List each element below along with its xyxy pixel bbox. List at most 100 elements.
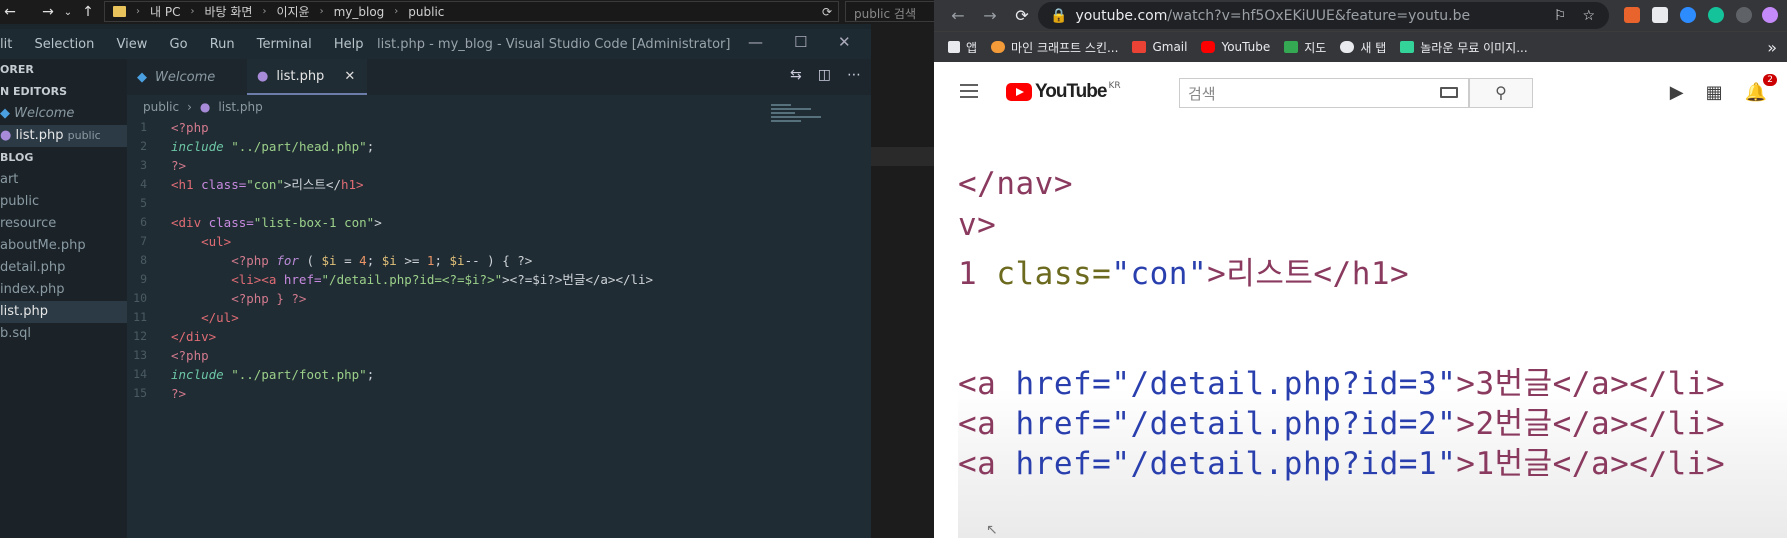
forward-arrow-icon[interactable]: → (38, 4, 58, 20)
tab-list-php[interactable]: ● list.php ✕ (247, 59, 367, 95)
omnibox-icons: ⚐ ☆ (1554, 8, 1595, 24)
compare-icon[interactable]: ⇆ (790, 67, 802, 83)
menu-run[interactable]: Run (210, 37, 235, 52)
menu-icon[interactable] (960, 84, 978, 102)
bookmark-star-icon[interactable]: ☆ (1582, 8, 1595, 24)
menu-help[interactable]: Help (334, 37, 364, 52)
background-window (871, 24, 934, 538)
back-arrow-icon[interactable]: ← (0, 4, 20, 20)
bookmark-gmail[interactable]: Gmail (1132, 40, 1187, 54)
back-icon[interactable]: ← (942, 6, 974, 25)
translate-icon[interactable]: ⚐ (1554, 8, 1567, 24)
bookmark-apps[interactable]: 앱 (948, 39, 977, 56)
tab-label: Welcome (155, 69, 216, 85)
bookmark-maps[interactable]: 지도 (1284, 39, 1326, 56)
forward-icon[interactable]: → (974, 6, 1006, 25)
path-segment[interactable]: 내 PC (150, 3, 180, 20)
close-icon[interactable]: ✕ (838, 33, 851, 51)
close-tab-icon[interactable]: ✕ (344, 69, 355, 84)
more-bookmarks-button[interactable]: » (1767, 38, 1777, 57)
grammarly-icon[interactable] (1708, 7, 1724, 23)
code-line: 5 (127, 194, 871, 213)
line-number: 11 (133, 310, 147, 324)
menu-view[interactable]: View (117, 37, 148, 52)
apps-grid-icon[interactable]: ▦ (1706, 82, 1723, 103)
globe-icon (1340, 41, 1355, 53)
open-editor-list[interactable]: ● list.php public (0, 125, 127, 147)
extension-icon[interactable] (1624, 7, 1640, 23)
code-token: ; (366, 253, 382, 268)
tree-item[interactable]: art (0, 169, 127, 191)
address-bar[interactable]: › 내 PC › 바탕 화면 › 이지윤 › my_blog › public … (104, 1, 839, 22)
tree-item[interactable]: index.php (0, 279, 127, 301)
path-segment[interactable]: 바탕 화면 (204, 3, 252, 20)
path-segment[interactable]: 이지윤 (276, 3, 309, 20)
chevron-down-icon[interactable]: ⌄ (58, 7, 78, 18)
video-player[interactable]: </nav> v> 1 class="con">리스트</h1> <a href… (958, 146, 1787, 538)
video-code-token: "con" (1111, 256, 1208, 292)
region-label: KR (1108, 81, 1121, 91)
menu-selection[interactable]: Selection (34, 37, 94, 52)
open-editor-label: list.php (15, 128, 64, 143)
reload-icon[interactable]: ⟳ (1006, 6, 1038, 25)
more-actions-icon[interactable]: ⋯ (847, 67, 861, 83)
maximize-icon[interactable]: ☐ (794, 33, 807, 51)
tab-welcome[interactable]: ◆ Welcome (127, 59, 246, 95)
refresh-icon[interactable]: ⟳ (822, 5, 832, 19)
video-code-token: "/detail.php?id=1" (1111, 446, 1457, 482)
lock-icon[interactable]: 🔒 (1050, 8, 1067, 24)
tree-item-selected[interactable]: list.php (0, 301, 127, 323)
color-extension-icon[interactable] (1762, 7, 1778, 23)
code-token: <?php } ?> (171, 291, 307, 306)
breadcrumb-folder[interactable]: public (143, 100, 179, 114)
code-token: "/detail.php?id=<?=$i?>" (321, 272, 503, 287)
tree-item[interactable]: public (0, 191, 127, 213)
bookmark-label: 마인 크래프트 스킨... (1011, 40, 1119, 55)
path-segment[interactable]: public (408, 5, 444, 19)
path-segment[interactable]: my_blog (334, 5, 385, 19)
sync-icon[interactable] (1736, 7, 1752, 23)
explorer-search-input[interactable]: public 검색 (845, 1, 934, 22)
bookmark-images[interactable]: 놀라운 무료 이미지... (1400, 39, 1528, 56)
notifications-bell-icon[interactable]: 🔔 2 (1745, 74, 1777, 103)
video-code-token: >2번글</a></li> (1456, 406, 1726, 442)
project-header[interactable]: BLOG (0, 147, 127, 169)
open-editors-header[interactable]: N EDITORS (0, 81, 127, 103)
up-arrow-icon[interactable]: ↑ (78, 4, 98, 20)
keyboard-icon[interactable] (1440, 87, 1458, 98)
vscode-window: ← → ⌄ ↑ › 내 PC › 바탕 화면 › 이지윤 › my_blog ›… (0, 0, 934, 538)
url-host: youtube.com (1075, 7, 1168, 24)
tree-item[interactable]: resource (0, 213, 127, 235)
video-code-line: <a href="/detail.php?id=3">3번글</a></li> (958, 358, 1725, 403)
tree-item[interactable]: aboutMe.php (0, 235, 127, 257)
bookmark-label: Gmail (1152, 40, 1188, 54)
code-token: <?php (171, 120, 209, 135)
open-editor-welcome[interactable]: ◆ Welcome (0, 103, 127, 125)
code-token: class= (201, 215, 254, 230)
line-number: 2 (140, 139, 147, 153)
bookmark-minecraft[interactable]: 마인 크래프트 스킨... (991, 39, 1118, 56)
menu-edit[interactable]: lit (0, 37, 12, 52)
extension-icon[interactable] (1652, 7, 1668, 23)
zoom-extension-icon[interactable] (1680, 7, 1696, 23)
code-token: $i (381, 253, 397, 268)
youtube-play-icon (1006, 83, 1032, 101)
tree-item[interactable]: b.sql (0, 323, 127, 345)
create-video-icon[interactable]: ▶ (1670, 82, 1684, 103)
search-button[interactable]: ⚲ (1469, 78, 1533, 108)
search-input[interactable]: 검색 (1179, 78, 1469, 108)
address-bar[interactable]: 🔒 youtube.com/watch?v=hf5OxEKiUUE&featur… (1038, 2, 1609, 29)
split-editor-icon[interactable]: ◫ (818, 67, 831, 83)
code-token: ; (434, 253, 450, 268)
menu-terminal[interactable]: Terminal (257, 37, 312, 52)
maps-icon (1284, 41, 1299, 53)
tree-item[interactable]: detail.php (0, 257, 127, 279)
bookmark-youtube[interactable]: YouTube (1201, 40, 1270, 54)
bookmark-newtab[interactable]: 새 탭 (1340, 39, 1386, 56)
breadcrumb-file[interactable]: list.php (218, 100, 262, 114)
menu-go[interactable]: Go (170, 37, 188, 52)
menu-bar: lit Selection View Go Run Terminal Help (0, 37, 382, 52)
code-area[interactable]: 1 <?php 2 include "../part/head.php"; 3 ?> … (127, 118, 871, 403)
youtube-logo[interactable]: YouTube KR (1006, 81, 1121, 103)
minimize-icon[interactable]: — (748, 33, 763, 51)
